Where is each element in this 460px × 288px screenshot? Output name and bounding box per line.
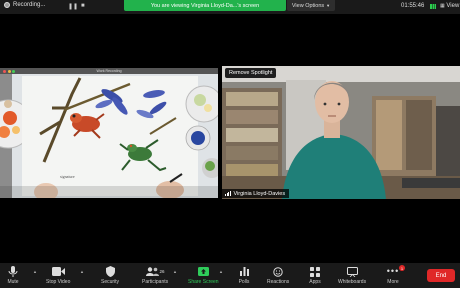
share-options-caret-icon[interactable]: ▲ [219,269,223,274]
whiteboards-button[interactable]: Whiteboards [338,266,366,285]
end-meeting-button[interactable]: End [427,269,455,282]
reactions-icon [271,266,285,277]
share-screen-label: Share Screen [188,279,219,285]
stop-recording-icon[interactable]: ■ [81,3,85,9]
share-screen-button[interactable]: Share Screen [188,266,219,285]
participant-name: Virginia Lloyd-Davies [233,190,286,197]
video-camera-icon [51,266,65,277]
apps-label: Apps [309,279,321,285]
view-options-button[interactable]: View Options ▼ [287,0,335,11]
viewing-screen-banner: You are viewing Virginia Lloyd-Da...'s s… [124,0,286,11]
polls-label: Polls [238,279,250,285]
view-options-label: View Options [291,2,325,9]
shield-icon [103,266,117,277]
more-dots-icon: ••• [386,266,400,276]
participant-video-frame [222,66,460,199]
mute-options-caret-icon[interactable]: ▲ [33,269,37,274]
reactions-button[interactable]: Reactions [267,266,289,285]
participants-button[interactable]: 26 Participants [142,266,168,285]
participant-video[interactable] [222,66,460,199]
signal-icon [430,4,436,9]
polls-icon [237,266,251,277]
whiteboard-icon [345,266,359,277]
top-bar: Recording... ❚❚ ■ You are viewing Virgin… [0,0,460,14]
pause-recording-icon[interactable]: ❚❚ [68,3,78,10]
shared-window-title: Work Recording [96,69,122,73]
apps-button[interactable]: Apps [308,266,322,285]
more-button[interactable]: ••• More [386,266,400,286]
security-label: Security [101,279,120,285]
participants-options-caret-icon[interactable]: ▲ [173,269,177,274]
view-button[interactable]: ▦ View [440,3,459,9]
svg-text:signature: signature [60,174,75,179]
participants-label: Participants [142,279,169,285]
window-controls [3,69,15,73]
remove-spotlight-button[interactable]: Remove Spotlight [225,68,277,78]
audio-level-icon [225,191,231,196]
reactions-label: Reactions [267,279,290,285]
shared-screen[interactable]: Work Recording signature [0,68,218,198]
security-button[interactable]: Security [101,266,119,285]
recording-icon [4,2,10,8]
meeting-clock: 01:55:46 [401,3,425,9]
video-options-caret-icon[interactable]: ▲ [80,269,84,274]
mute-button[interactable]: Mute [6,266,20,285]
participants-icon: 26 [143,266,167,277]
polls-button[interactable]: Polls [237,266,251,285]
participant-name-tag: Virginia Lloyd-Davies [222,189,290,198]
mute-label: Mute [7,279,19,285]
grid-icon: ▦ [440,3,445,9]
microphone-icon [6,266,20,277]
more-notification-badge: 1 [399,265,405,271]
stop-video-button[interactable]: Stop Video [46,266,70,285]
stop-video-label: Stop Video [46,279,71,285]
apps-icon [308,266,322,277]
more-label: More [387,279,399,285]
participants-count: 26 [159,269,165,274]
share-screen-icon [196,266,210,277]
chevron-down-icon: ▼ [326,3,331,8]
view-label: View [446,3,460,9]
recording-indicator[interactable]: Recording... [4,2,45,8]
recording-label: Recording... [13,2,46,8]
shared-painting-image: signature [0,74,218,198]
whiteboards-label: Whiteboards [338,279,367,285]
meeting-toolbar: Mute ▲ Stop Video ▲ Security 26 Particip… [0,263,460,288]
